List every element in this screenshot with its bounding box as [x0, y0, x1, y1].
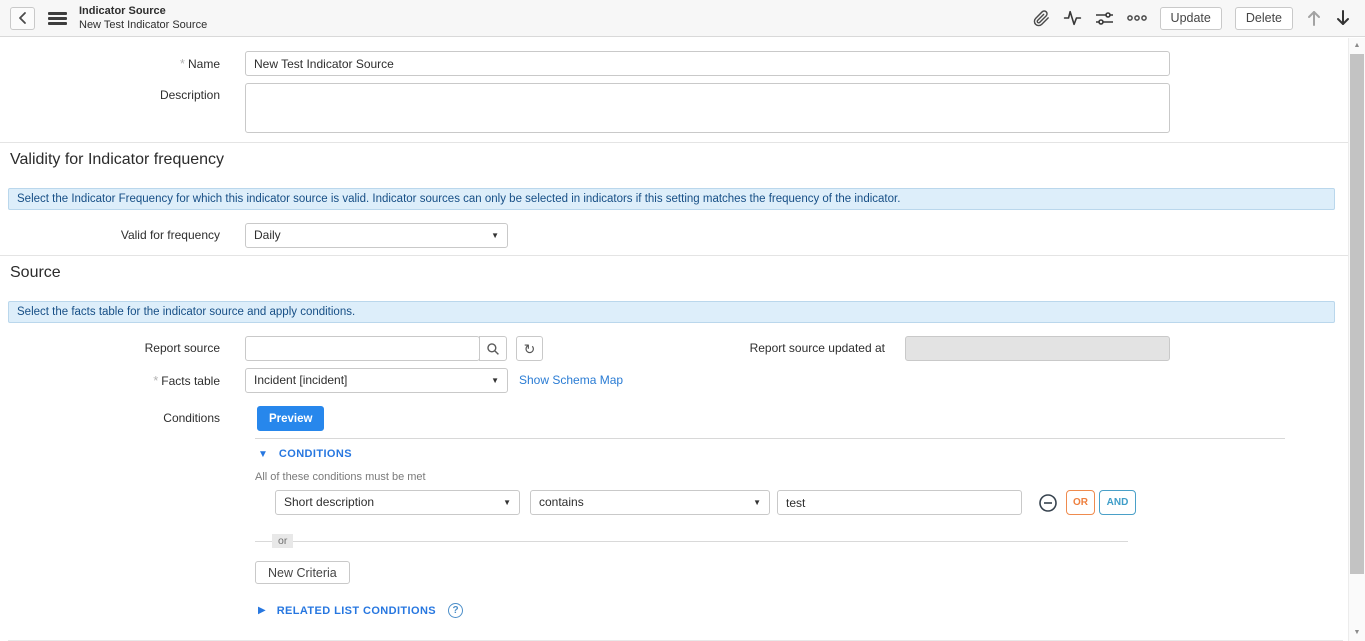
context-menu-icon[interactable]	[48, 12, 67, 25]
paperclip-icon	[1033, 10, 1050, 27]
select-caret-icon: ▼	[753, 491, 761, 514]
facts-table-row: *Facts table Incident [incident] ▼ Show …	[0, 368, 1170, 393]
more-options-button[interactable]	[1127, 14, 1147, 22]
report-source-lookup-button[interactable]	[479, 336, 507, 361]
scroll-up-icon[interactable]: ▲	[1349, 39, 1365, 53]
description-textarea[interactable]	[245, 83, 1170, 133]
report-source-updated-label: Report source updated at	[750, 336, 885, 355]
required-icon: *	[153, 373, 158, 388]
select-caret-icon: ▼	[491, 369, 499, 392]
related-list-conditions-toggle[interactable]: ▶ RELATED LIST CONDITIONS ?	[255, 603, 1348, 618]
help-icon[interactable]: ?	[448, 603, 463, 618]
condition-operator-select[interactable]: contains ▼	[530, 490, 770, 515]
chevron-left-icon	[17, 11, 29, 25]
or-condition-button[interactable]: OR	[1066, 490, 1095, 515]
activity-stream-button[interactable]	[1063, 10, 1082, 26]
select-caret-icon: ▼	[491, 224, 499, 247]
conditions-label: Conditions	[0, 406, 220, 425]
and-condition-button[interactable]: AND	[1099, 490, 1136, 515]
or-divider: or	[255, 534, 1128, 549]
preview-button[interactable]: Preview	[257, 406, 324, 431]
scroll-down-icon[interactable]: ▼	[1349, 626, 1365, 640]
update-button[interactable]: Update	[1160, 7, 1222, 30]
delete-button[interactable]: Delete	[1235, 7, 1293, 30]
related-list-conditions-label: RELATED LIST CONDITIONS	[277, 605, 436, 617]
name-label: *Name	[0, 51, 220, 71]
refresh-icon: ↻	[524, 341, 536, 357]
triangle-down-icon: ▼	[258, 449, 268, 460]
report-source-label: Report source	[0, 336, 220, 355]
name-field-row: *Name	[0, 51, 1170, 76]
conditions-section-label: CONDITIONS	[279, 448, 352, 460]
search-icon	[486, 342, 500, 356]
new-criteria-button[interactable]: New Criteria	[255, 561, 350, 584]
report-source-refresh-button[interactable]: ↻	[516, 336, 543, 361]
condition-builder: ▼ CONDITIONS All of these conditions mus…	[255, 448, 1348, 618]
name-input[interactable]	[245, 51, 1170, 76]
report-source-updated-group: Report source updated at	[750, 336, 1170, 361]
report-source-updated-input	[905, 336, 1170, 361]
facts-table-label: *Facts table	[0, 368, 220, 388]
report-source-input[interactable]	[245, 336, 480, 361]
triangle-right-icon: ▶	[258, 605, 266, 616]
previous-record-button[interactable]	[1306, 9, 1322, 27]
form-header-bar: Indicator Source New Test Indicator Sour…	[0, 0, 1365, 37]
record-title-block: Indicator Source New Test Indicator Sour…	[79, 5, 207, 31]
description-field-row: Description	[0, 83, 1170, 133]
divider-line	[255, 541, 1128, 542]
valid-for-frequency-row: Valid for frequency Daily ▼	[0, 223, 1170, 248]
condition-value-input[interactable]	[777, 490, 1022, 515]
minus-circle-icon	[1038, 493, 1058, 513]
valid-for-frequency-label: Valid for frequency	[0, 223, 220, 242]
more-options-icon	[1127, 14, 1147, 22]
form-body: *Name Description Validity for Indicator…	[0, 38, 1348, 641]
back-button[interactable]	[10, 7, 35, 30]
arrow-down-icon	[1335, 9, 1351, 27]
validity-info-message: Select the Indicator Frequency for which…	[8, 188, 1335, 210]
header-actions: Update Delete	[1033, 7, 1351, 30]
activity-pulse-icon	[1063, 10, 1082, 26]
record-type-title: Indicator Source	[79, 5, 207, 17]
facts-table-select[interactable]: Incident [incident] ▼	[245, 368, 508, 393]
or-divider-label: or	[272, 534, 293, 548]
indicator-source-form-page: Indicator Source New Test Indicator Sour…	[0, 0, 1365, 641]
condition-row: Short description ▼ contains ▼ OR AND	[255, 490, 1348, 515]
select-caret-icon: ▼	[503, 491, 511, 514]
source-section-title: Source	[0, 256, 1348, 283]
description-label: Description	[0, 83, 220, 102]
remove-condition-button[interactable]	[1038, 493, 1058, 513]
condition-field-select[interactable]: Short description ▼	[275, 490, 520, 515]
source-info-message: Select the facts table for the indicator…	[8, 301, 1335, 323]
attachments-button[interactable]	[1033, 10, 1050, 27]
conditions-match-text: All of these conditions must be met	[255, 471, 1348, 483]
conditions-section-toggle[interactable]: ▼ CONDITIONS	[255, 448, 1348, 460]
arrow-up-icon	[1306, 9, 1322, 27]
validity-section-title: Validity for Indicator frequency	[0, 143, 1348, 170]
scrollbar-thumb[interactable]	[1350, 54, 1364, 574]
record-name-subtitle: New Test Indicator Source	[79, 19, 207, 31]
personalize-form-button[interactable]	[1095, 11, 1114, 26]
report-source-row: Report source ↻ Report source updated at	[0, 336, 1170, 361]
sliders-icon	[1095, 11, 1114, 26]
conditions-row: Conditions Preview	[0, 406, 1170, 431]
vertical-scrollbar[interactable]: ▲ ▼	[1348, 38, 1365, 641]
conditions-divider	[255, 438, 1285, 439]
next-record-button[interactable]	[1335, 9, 1351, 27]
valid-for-frequency-select[interactable]: Daily ▼	[245, 223, 508, 248]
required-icon: *	[180, 56, 185, 71]
show-schema-map-link[interactable]: Show Schema Map	[519, 368, 623, 393]
